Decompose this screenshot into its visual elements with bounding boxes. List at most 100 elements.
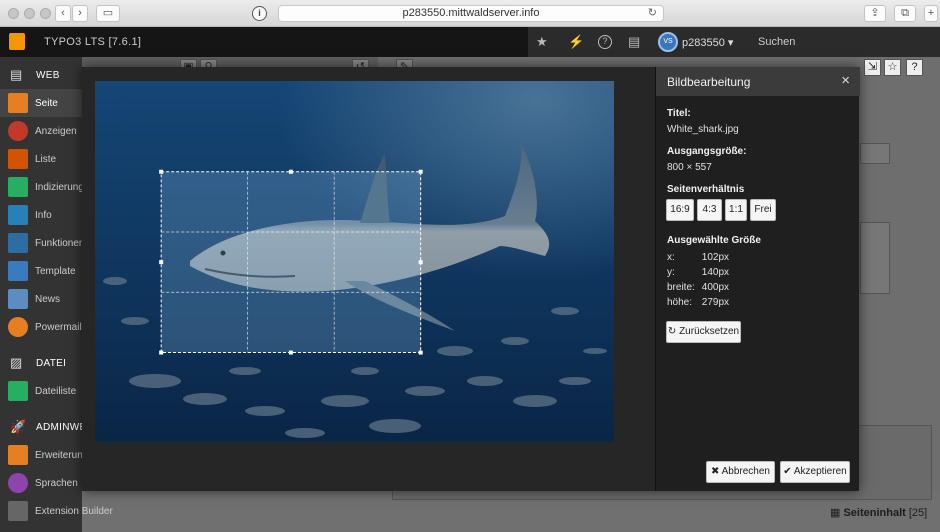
image-crop-area[interactable] bbox=[95, 81, 614, 442]
sidebar-item-dateiliste[interactable]: Dateiliste bbox=[0, 377, 82, 405]
chart-icon bbox=[8, 177, 28, 197]
help-page-icon[interactable]: ? bbox=[906, 59, 923, 76]
content-element-icon: ▦ bbox=[830, 507, 841, 519]
bg-input-field bbox=[860, 143, 890, 164]
filelist-icon bbox=[8, 381, 28, 401]
minimize-window-button[interactable] bbox=[24, 8, 35, 19]
panel-title: Bildbearbeitung bbox=[667, 75, 751, 89]
selected-size-label: Ausgewählte Größe bbox=[667, 235, 761, 246]
title-value: White_shark.jpg bbox=[667, 124, 739, 135]
sidebar-item-erweiterung[interactable]: Erweiterung bbox=[0, 441, 88, 469]
module-menu: ▤ WEB Seite Anzeigen Liste Indizierung I… bbox=[0, 57, 113, 532]
site-info-icon[interactable]: i bbox=[252, 6, 267, 21]
extension-icon bbox=[8, 445, 28, 465]
bookmark-icon[interactable]: ★ bbox=[536, 34, 548, 50]
original-size-label: Ausgangsgröße: bbox=[667, 146, 747, 157]
crop-box bbox=[160, 171, 422, 354]
ratio-4-3-button[interactable]: 4:3 bbox=[697, 199, 722, 221]
info-icon bbox=[8, 205, 28, 225]
plus-icon: + bbox=[927, 7, 935, 19]
sidebar-item-extension-builder[interactable]: Extension Builder bbox=[0, 497, 113, 525]
ratio-1-1-button[interactable]: 1:1 bbox=[725, 199, 747, 221]
close-icon[interactable]: × bbox=[841, 72, 850, 89]
tabs-icon: ⧉ bbox=[901, 7, 909, 19]
sidebar-icon: ▭ bbox=[102, 7, 114, 19]
forward-button[interactable]: › bbox=[72, 5, 88, 22]
open-new-window-icon[interactable]: ⇲ bbox=[864, 59, 881, 76]
help-icon[interactable]: ? bbox=[598, 35, 612, 49]
list-icon bbox=[8, 149, 28, 169]
sidebar-item-news[interactable]: News bbox=[0, 285, 82, 313]
address-bar[interactable]: p283550.mittwaldserver.info ↻ bbox=[278, 5, 664, 22]
sidebar-toggle-button[interactable]: ▭ bbox=[96, 5, 120, 22]
menu-group-admin[interactable]: 🚀 ADMINWER bbox=[0, 412, 94, 442]
share-button[interactable]: ⇪ bbox=[864, 5, 886, 22]
menu-group-datei[interactable]: ▨ DATEI bbox=[0, 348, 82, 378]
powermail-icon bbox=[8, 317, 28, 337]
chevron-right-icon: › bbox=[78, 7, 82, 19]
crop-resize-handle bbox=[418, 260, 423, 265]
search-field[interactable]: Suchen bbox=[758, 36, 795, 48]
reload-icon[interactable]: ↻ bbox=[648, 6, 657, 21]
sidebar-item-seite[interactable]: Seite bbox=[0, 89, 82, 117]
browser-toolbar: ‹ › ▭ i p283550.mittwaldserver.info ↻ ⇪ … bbox=[0, 0, 940, 27]
globe-icon bbox=[8, 473, 28, 493]
crop-resize-handle bbox=[159, 350, 164, 355]
cancel-button[interactable]: ✖ Abbrechen bbox=[706, 461, 775, 483]
image-editing-panel: Bildbearbeitung × Titel: White_shark.jpg… bbox=[655, 67, 860, 491]
typo3-topbar: TYPO3 LTS [7.6.1] ★ ⚡ ? ▤ VS p283550 ▾ S… bbox=[0, 27, 940, 57]
share-icon: ⇪ bbox=[870, 7, 880, 19]
panel-header: Bildbearbeitung × bbox=[656, 67, 860, 96]
aspect-ratio-label: Seitenverhältnis bbox=[667, 184, 745, 195]
sidebar-item-sprachen[interactable]: Sprachen bbox=[0, 469, 82, 497]
ratio-16-9-button[interactable]: 16:9 bbox=[666, 199, 694, 221]
eye-icon bbox=[8, 121, 28, 141]
new-tab-button[interactable]: + bbox=[924, 5, 938, 22]
crop-resize-handle bbox=[418, 169, 423, 174]
back-button[interactable]: ‹ bbox=[55, 5, 71, 22]
accept-button[interactable]: ✔ Akzeptieren bbox=[780, 461, 850, 483]
web-module-icon: ▤ bbox=[10, 67, 23, 82]
sidebar-item-info[interactable]: Info bbox=[0, 201, 82, 229]
typo3-logo[interactable] bbox=[9, 33, 25, 50]
sidebar-item-liste[interactable]: Liste bbox=[0, 145, 82, 173]
crop-resize-handle bbox=[418, 350, 423, 355]
original-size-value: 800 × 557 bbox=[667, 162, 712, 173]
sidebar-item-indizierung[interactable]: Indizierung bbox=[0, 173, 84, 201]
avatar[interactable]: VS bbox=[658, 32, 678, 52]
content-element-count: ▦ Seiteninhalt [25] bbox=[830, 507, 928, 519]
chevron-left-icon: ‹ bbox=[61, 7, 65, 19]
selected-width: breite: 400px bbox=[667, 282, 730, 293]
crop-selection-overlay[interactable] bbox=[95, 81, 614, 442]
reset-button[interactable]: ↻ Zurücksetzen bbox=[666, 321, 741, 343]
topbar-toolbar: ★ ⚡ ? ▤ VS p283550 ▾ Suchen bbox=[528, 27, 940, 57]
crop-resize-handle bbox=[159, 260, 164, 265]
rocket-icon: 🚀 bbox=[10, 419, 27, 434]
bookmark-page-icon[interactable]: ☆ bbox=[884, 59, 901, 76]
template-icon bbox=[8, 261, 28, 281]
flash-icon[interactable]: ⚡ bbox=[568, 34, 584, 50]
system-info-icon[interactable]: ▤ bbox=[628, 34, 640, 50]
title-label: Titel: bbox=[667, 108, 691, 119]
sidebar-item-template[interactable]: Template bbox=[0, 257, 82, 285]
zoom-window-button[interactable] bbox=[40, 8, 51, 19]
selected-height: höhe: 279px bbox=[667, 297, 730, 308]
typo3-version-title: TYPO3 LTS [7.6.1] bbox=[44, 36, 142, 48]
tabs-overview-button[interactable]: ⧉ bbox=[894, 5, 916, 22]
builder-icon bbox=[8, 501, 28, 521]
user-menu[interactable]: p283550 ▾ bbox=[682, 36, 733, 49]
file-module-icon: ▨ bbox=[10, 355, 23, 370]
functions-icon bbox=[8, 233, 28, 253]
ratio-free-button[interactable]: Frei bbox=[750, 199, 776, 221]
close-window-button[interactable] bbox=[8, 8, 19, 19]
sidebar-item-anzeigen[interactable]: Anzeigen bbox=[0, 117, 82, 145]
crop-resize-handle bbox=[159, 169, 164, 174]
crop-resize-handle bbox=[288, 350, 293, 355]
sidebar-item-powermail[interactable]: Powermail bbox=[0, 313, 82, 341]
selected-y: y: 140px bbox=[667, 267, 730, 278]
sidebar-item-funktionen[interactable]: Funktionen bbox=[0, 229, 84, 257]
menu-group-web[interactable]: ▤ WEB bbox=[0, 60, 82, 90]
news-icon bbox=[8, 289, 28, 309]
page-icon bbox=[8, 93, 28, 113]
address-url: p283550.mittwaldserver.info bbox=[402, 7, 540, 19]
